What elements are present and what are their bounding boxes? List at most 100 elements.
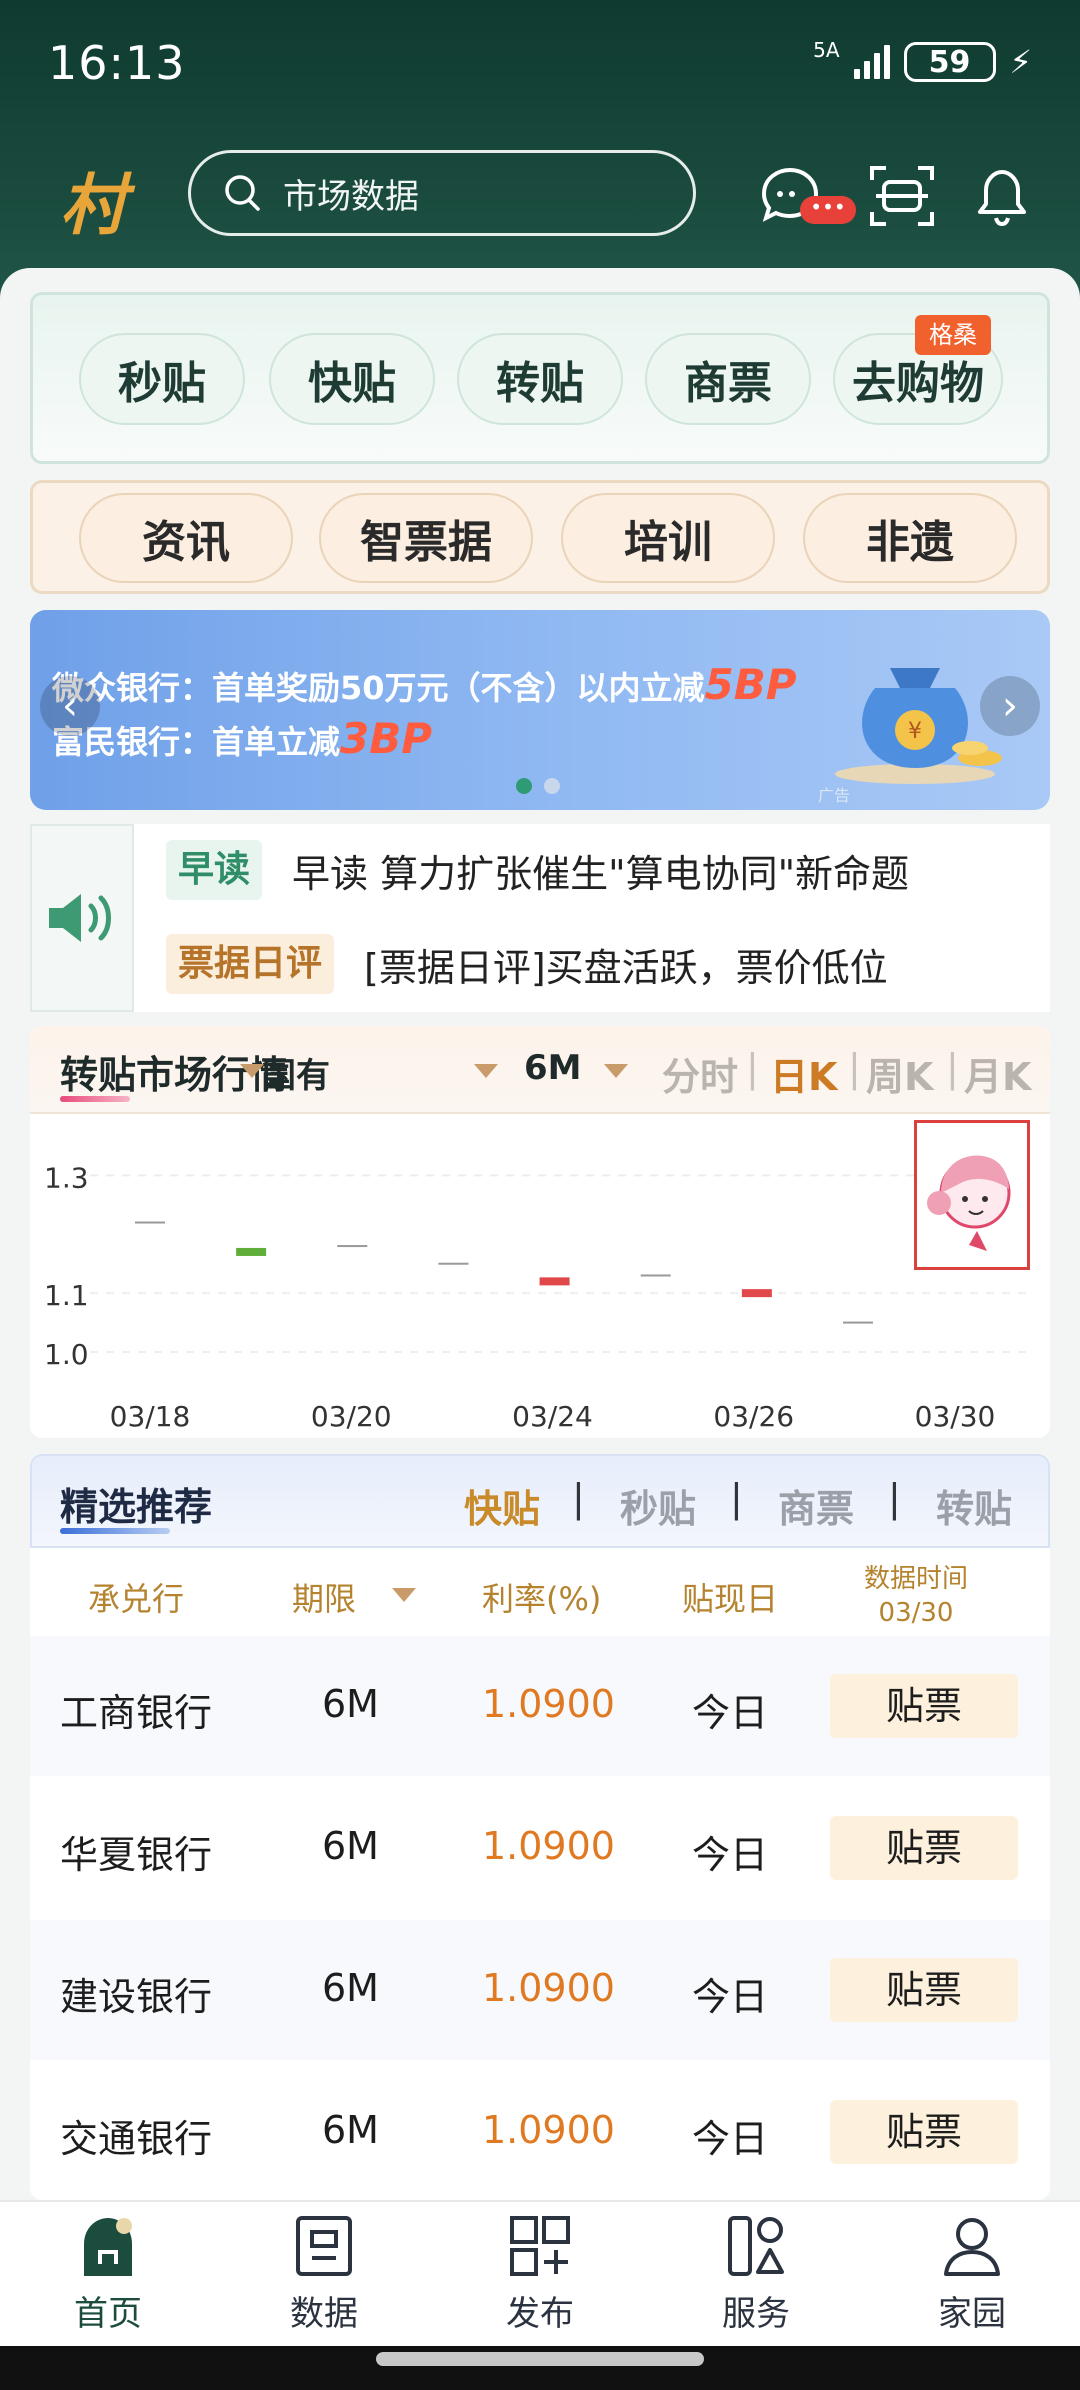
table-row[interactable]: 华夏银行 6M 1.0900 今日 贴票 (30, 1778, 1050, 1918)
y-tick-label: 1.3 (44, 1161, 89, 1194)
tab-community[interactable]: 家园 (864, 2202, 1080, 2352)
cell-term: 6M (322, 1682, 379, 1726)
news-headline: [票据日评]买盘活跃，票价低位 (364, 945, 888, 990)
banner-prev-button[interactable]: ‹ (40, 676, 100, 736)
news-item[interactable]: 早读 早读 算力扩张催生"算电协同"新命题 (166, 840, 909, 900)
discount-button[interactable]: 贴票 (830, 2100, 1018, 2164)
mascot-icon (927, 1155, 1011, 1251)
pill-kuaitie[interactable]: 快贴 (269, 333, 435, 425)
discount-button[interactable]: 贴票 (830, 1674, 1018, 1738)
speaker-icon[interactable] (30, 824, 134, 1012)
tab-service[interactable]: 服务 (648, 2202, 864, 2352)
tab-community-label: 家园 (938, 2294, 1006, 2334)
tab-publish[interactable]: 发布 (432, 2202, 648, 2352)
banner-line-2: 富民银行：首单立减3BP (52, 714, 432, 763)
kline-chart[interactable]: 1.3 1.1 1.0 03/18 03/20 03/24 03/26 03/30 (30, 1114, 1050, 1438)
tab-data[interactable]: 数据 (216, 2202, 432, 2352)
svg-text:¥: ¥ (908, 719, 922, 744)
cell-rate: 1.0900 (482, 1966, 615, 2010)
market-header: 转贴市场行情 国有 6M 分时 | 日K | 周K | 月K (30, 1026, 1050, 1114)
x-tick-label: 03/30 (915, 1400, 996, 1433)
divider: | (730, 1476, 743, 1520)
banner-dot-active (516, 778, 532, 794)
search-icon (225, 175, 260, 211)
dropdown-type[interactable]: 国有 (262, 1048, 330, 1097)
table-row[interactable]: 建设银行 6M 1.0900 今日 贴票 (30, 1920, 1050, 2060)
pill-shangpiao[interactable]: 商票 (645, 333, 811, 425)
discount-button[interactable]: 贴票 (830, 1816, 1018, 1880)
banner-line-2-text: 富民银行：首单立减 (52, 723, 341, 761)
scan-icon[interactable] (866, 160, 938, 232)
pill-zhuantie[interactable]: 转贴 (457, 333, 623, 425)
status-bar: 16:13 5A 59 ⚡ (0, 0, 1080, 130)
candle (337, 1245, 368, 1248)
x-tick-label: 03/24 (512, 1400, 593, 1433)
divider: | (848, 1046, 861, 1090)
col-header-day: 贴现日 (682, 1580, 779, 1618)
cell-day: 今日 (692, 1833, 769, 1877)
x-tick-label: 03/26 (713, 1400, 794, 1433)
period-tab-weekly[interactable]: 周K (866, 1046, 933, 1101)
period-tab-daily[interactable]: 日K (770, 1046, 837, 1101)
market-card: 转贴市场行情 国有 6M 分时 | 日K | 周K | 月K 1.3 1.1 1.0… (30, 1026, 1050, 1438)
discount-button[interactable]: 贴票 (830, 1958, 1018, 2022)
news-tag-morning: 早读 (166, 840, 263, 900)
candle (843, 1321, 873, 1324)
table-row[interactable]: 交通银行 6M 1.0900 今日 贴票 (30, 2062, 1050, 2200)
tab-shangpiao[interactable]: 商票 (778, 1478, 854, 1533)
col-header-term[interactable]: 期限 (292, 1574, 356, 1620)
y-tick-label: 1.1 (44, 1279, 89, 1312)
tab-miaotie[interactable]: 秒贴 (620, 1478, 696, 1533)
pill-training[interactable]: 培训 (561, 493, 775, 583)
pill-miaotie[interactable]: 秒贴 (79, 333, 245, 425)
col-header-bank: 承兑行 (88, 1580, 185, 1618)
tab-data-label: 数据 (290, 2294, 358, 2334)
table-row[interactable]: 工商银行 6M 1.0900 今日 贴票 (30, 1636, 1050, 1776)
bell-icon[interactable] (966, 160, 1038, 232)
period-tab-monthly[interactable]: 月K (964, 1046, 1031, 1101)
network-label: 5A (813, 38, 840, 62)
dropdown-term-label: 6M (524, 1048, 582, 1088)
banner-pagination (516, 778, 560, 794)
pill-heritage[interactable]: 非遗 (803, 493, 1017, 583)
banner-next-button[interactable]: › (980, 676, 1040, 736)
dropdown-term[interactable]: 6M (524, 1048, 582, 1088)
bottom-tab-bar: 首页 数据 发布 服务 家园 (0, 2200, 1080, 2350)
banner-line-2-highlight: 3BP (340, 714, 433, 763)
pill-news[interactable]: 资讯 (79, 493, 293, 583)
divider: | (746, 1046, 759, 1090)
candle (741, 1289, 772, 1298)
user-icon (944, 2218, 1000, 2276)
banner-line-1: 微众银行：首单奖励50万元（不含）以内立减5BP (52, 660, 797, 709)
cell-term: 6M (322, 1824, 379, 1868)
tab-service-label: 服务 (722, 2294, 790, 2334)
title-underline (60, 1096, 130, 1102)
cell-term: 6M (322, 2108, 379, 2152)
tab-home-label: 首页 (74, 2294, 142, 2334)
col-header-time-value: 03/30 (878, 1598, 954, 1628)
chevron-down-icon (392, 1588, 416, 1602)
speaker-glyph (49, 894, 111, 942)
tab-publish-label: 发布 (506, 2294, 574, 2334)
recs-title: 精选推荐 (60, 1485, 213, 1529)
cell-rate: 1.0900 (482, 1682, 615, 1726)
banner-line-1-highlight: 5BP (704, 660, 797, 709)
news-item[interactable]: 票据日评 [票据日评]买盘活跃，票价低位 (166, 934, 888, 994)
pill-smart-bill[interactable]: 智票据 (319, 493, 533, 583)
tab-zhuantie[interactable]: 转贴 (936, 1478, 1012, 1533)
assistant-mascot[interactable] (914, 1120, 1030, 1270)
cell-rate: 1.0900 (482, 2108, 615, 2152)
tab-home[interactable]: 首页 (0, 2202, 216, 2352)
search-input[interactable]: 市场数据 (188, 150, 696, 236)
chevron-down-icon (474, 1064, 498, 1078)
candle (135, 1221, 165, 1224)
cell-bank: 交通银行 (60, 2117, 213, 2161)
publish-icon (510, 2216, 570, 2276)
chevron-down-icon (604, 1064, 628, 1078)
candle (539, 1277, 570, 1286)
home-indicator[interactable] (376, 2352, 704, 2366)
cell-day: 今日 (692, 2117, 769, 2161)
period-tab-intraday[interactable]: 分时 (662, 1046, 738, 1101)
promo-banner[interactable]: 微众银行：首单奖励50万元（不含）以内立减5BP 富民银行：首单立减3BP ¥ … (30, 610, 1050, 810)
tab-kuaitie[interactable]: 快贴 (464, 1478, 540, 1533)
